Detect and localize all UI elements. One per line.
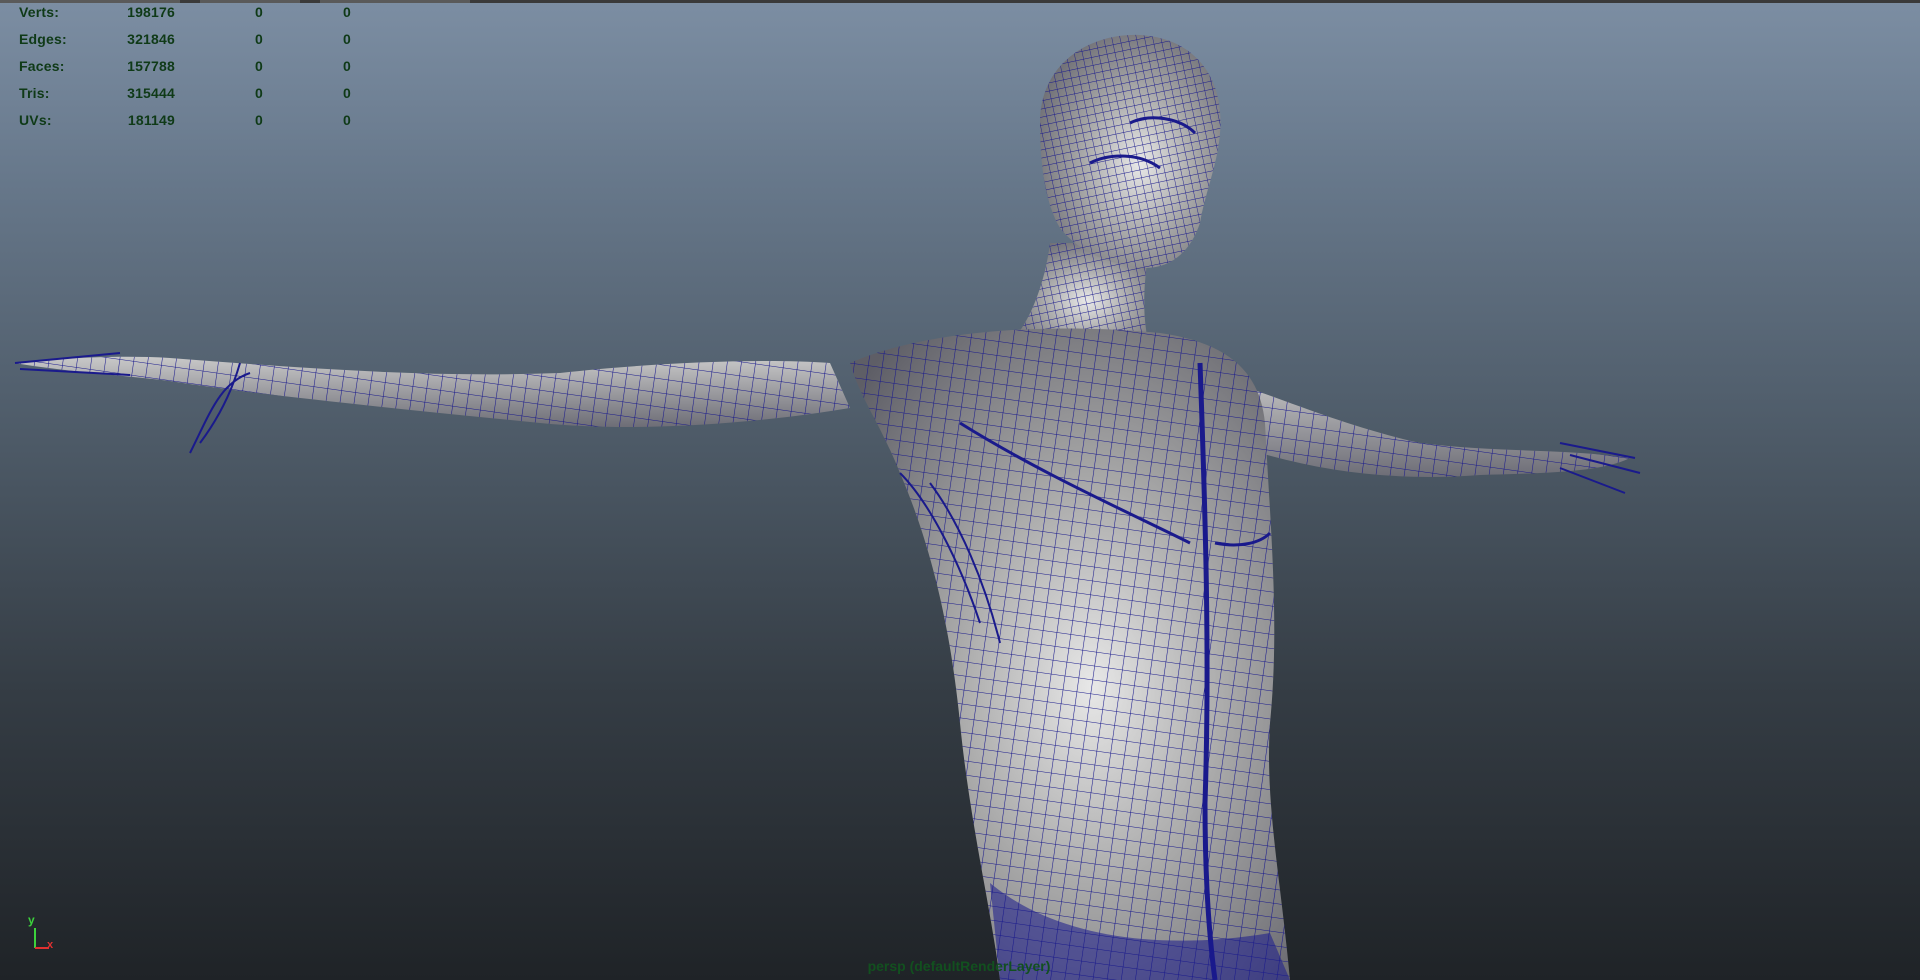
hud-selected-2: 0 xyxy=(343,4,351,20)
hud-row-verts: Verts: 198176 0 0 xyxy=(0,4,380,22)
hud-selected-2: 0 xyxy=(343,31,351,47)
hud-selected: 0 xyxy=(255,4,263,20)
camera-label: persp (defaultRenderLayer) xyxy=(0,958,1920,974)
hud-label: Faces: xyxy=(19,58,65,74)
view-axis-gizmo: y x xyxy=(25,912,65,957)
head-mesh xyxy=(1040,34,1221,268)
hud-label: Edges: xyxy=(19,31,67,47)
hud-selected: 0 xyxy=(255,58,263,74)
hud-total: 315444 xyxy=(127,85,175,101)
torso-mesh xyxy=(850,328,1290,980)
camera-label-text: persp (defaultRenderLayer) xyxy=(867,958,1051,974)
hud-total: 181149 xyxy=(127,112,175,128)
left-arm-mesh xyxy=(14,352,850,454)
hud-label: Verts: xyxy=(19,4,60,20)
axis-y-label: y xyxy=(28,913,35,927)
hud-total: 321846 xyxy=(127,31,175,47)
hud-selected: 0 xyxy=(255,112,263,128)
hud-row-uvs: UVs: 181149 0 0 xyxy=(0,112,380,130)
perspective-viewport[interactable] xyxy=(0,3,1920,980)
hud-label: Tris: xyxy=(19,85,50,101)
hud-total: 157788 xyxy=(127,58,175,74)
anatomy-wireframe-model[interactable] xyxy=(0,3,1920,980)
hud-total: 198176 xyxy=(127,4,175,20)
hud-row-tris: Tris: 315444 0 0 xyxy=(0,85,380,103)
hud-row-faces: Faces: 157788 0 0 xyxy=(0,58,380,76)
hud-selected: 0 xyxy=(255,31,263,47)
hud-label: UVs: xyxy=(19,112,52,128)
axis-x-label: x xyxy=(47,939,54,951)
hud-selected-2: 0 xyxy=(343,112,351,128)
hud-selected: 0 xyxy=(255,85,263,101)
hud-selected-2: 0 xyxy=(343,85,351,101)
hud-row-edges: Edges: 321846 0 0 xyxy=(0,31,380,49)
hud-selected-2: 0 xyxy=(343,58,351,74)
